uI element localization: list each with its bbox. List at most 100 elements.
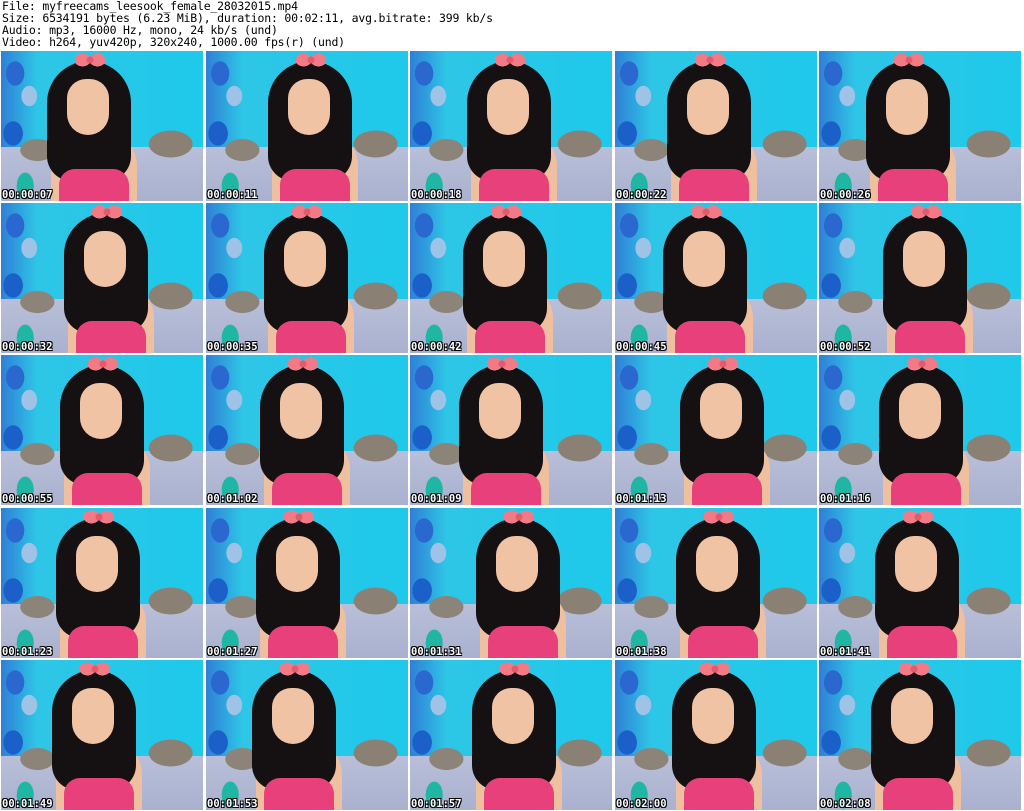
pink-top (878, 169, 948, 201)
bow-hair-accessory-icon (504, 510, 534, 524)
webcam-person-figure (258, 53, 368, 201)
pink-top (276, 321, 346, 353)
frame-timestamp: 00:01:53 (207, 798, 258, 810)
frame-timestamp: 00:01:41 (820, 646, 871, 658)
webcam-person-figure (869, 357, 979, 505)
frame-timestamp: 00:00:22 (616, 189, 667, 201)
video-frame-thumbnail: 00:00:26 (819, 51, 1021, 201)
pink-top (484, 778, 554, 810)
frame-timestamp: 00:01:38 (616, 646, 667, 658)
webcam-person-figure (246, 510, 356, 658)
bow-hair-accessory-icon (487, 357, 517, 371)
bow-hair-accessory-icon (907, 357, 937, 371)
bow-hair-accessory-icon (899, 662, 929, 676)
pink-top (272, 473, 342, 505)
frame-timestamp: 00:00:11 (207, 189, 258, 201)
face (483, 231, 525, 287)
bow-hair-accessory-icon (80, 662, 110, 676)
video-frame-thumbnail: 00:00:45 (615, 203, 817, 353)
frame-timestamp: 00:01:49 (2, 798, 53, 810)
video-frame-thumbnail: 00:00:42 (410, 203, 612, 353)
video-frame-thumbnail: 00:00:35 (206, 203, 408, 353)
face (272, 688, 314, 744)
bow-hair-accessory-icon (84, 510, 114, 524)
face (886, 79, 928, 135)
frame-timestamp: 00:00:42 (411, 341, 462, 353)
bow-hair-accessory-icon (903, 510, 933, 524)
bow-hair-accessory-icon (280, 662, 310, 676)
frame-timestamp: 00:01:02 (207, 493, 258, 505)
webcam-person-figure (653, 205, 763, 353)
file-info-header: File: myfreecams_leesook_female_28032015… (2, 0, 1022, 50)
frame-timestamp: 00:00:18 (411, 189, 462, 201)
video-frame-thumbnail: 00:00:32 (1, 203, 203, 353)
frame-timestamp: 00:00:26 (820, 189, 871, 201)
face (280, 383, 322, 439)
webcam-person-figure (254, 205, 364, 353)
frame-timestamp: 00:02:00 (616, 798, 667, 810)
webcam-person-figure (46, 510, 156, 658)
frame-timestamp: 00:00:52 (820, 341, 871, 353)
thumbnail-grid: 00:00:07 00:00:11 00:00:18 00:00:22 00:00:26… (0, 50, 1024, 811)
frame-timestamp: 00:00:55 (2, 493, 53, 505)
pink-top (895, 321, 965, 353)
pink-top (59, 169, 129, 201)
pink-top (64, 778, 134, 810)
webcam-person-figure (42, 662, 152, 810)
face (288, 79, 330, 135)
video-frame-thumbnail: 00:01:13 (615, 355, 817, 505)
bow-hair-accessory-icon (700, 662, 730, 676)
frame-timestamp: 00:01:31 (411, 646, 462, 658)
bow-hair-accessory-icon (708, 357, 738, 371)
webcam-person-figure (662, 662, 772, 810)
face (696, 536, 738, 592)
video-frame-thumbnail: 00:02:08 (819, 660, 1021, 810)
frame-timestamp: 00:01:09 (411, 493, 462, 505)
pink-top (268, 626, 338, 658)
frame-timestamp: 00:01:57 (411, 798, 462, 810)
video-frame-thumbnail: 00:01:27 (206, 508, 408, 658)
face (899, 383, 941, 439)
face (76, 536, 118, 592)
webcam-person-figure (457, 53, 567, 201)
video-frame-thumbnail: 00:00:18 (410, 51, 612, 201)
face (84, 231, 126, 287)
webcam-person-figure (50, 357, 160, 505)
webcam-person-figure (865, 510, 975, 658)
video-frame-thumbnail: 00:00:11 (206, 51, 408, 201)
video-frame-thumbnail: 00:01:57 (410, 660, 612, 810)
pink-top (280, 169, 350, 201)
face (891, 688, 933, 744)
frame-timestamp: 00:00:07 (2, 189, 53, 201)
bow-hair-accessory-icon (500, 662, 530, 676)
video-frame-thumbnail: 00:01:38 (615, 508, 817, 658)
pink-top (264, 778, 334, 810)
bow-hair-accessory-icon (292, 205, 322, 219)
face (692, 688, 734, 744)
frame-timestamp: 00:01:16 (820, 493, 871, 505)
bow-hair-accessory-icon (288, 357, 318, 371)
face (903, 231, 945, 287)
pink-top (684, 778, 754, 810)
pink-top (688, 626, 758, 658)
video-frame-thumbnail: 00:01:31 (410, 508, 612, 658)
webcam-person-figure (250, 357, 360, 505)
pink-top (488, 626, 558, 658)
pink-top (68, 626, 138, 658)
frame-timestamp: 00:00:32 (2, 341, 53, 353)
pink-top (887, 626, 957, 658)
video-frame-thumbnail: 00:01:02 (206, 355, 408, 505)
video-frame-thumbnail: 00:01:23 (1, 508, 203, 658)
webcam-person-figure (666, 510, 776, 658)
webcam-person-figure (856, 53, 966, 201)
bow-hair-accessory-icon (695, 53, 725, 67)
bow-hair-accessory-icon (88, 357, 118, 371)
video-frame-thumbnail: 00:02:00 (615, 660, 817, 810)
face (496, 536, 538, 592)
webcam-person-figure (670, 357, 780, 505)
webcam-person-figure (453, 205, 563, 353)
webcam-person-figure (449, 357, 559, 505)
face (487, 79, 529, 135)
video-frame-thumbnail: 00:00:52 (819, 203, 1021, 353)
webcam-person-figure (37, 53, 147, 201)
